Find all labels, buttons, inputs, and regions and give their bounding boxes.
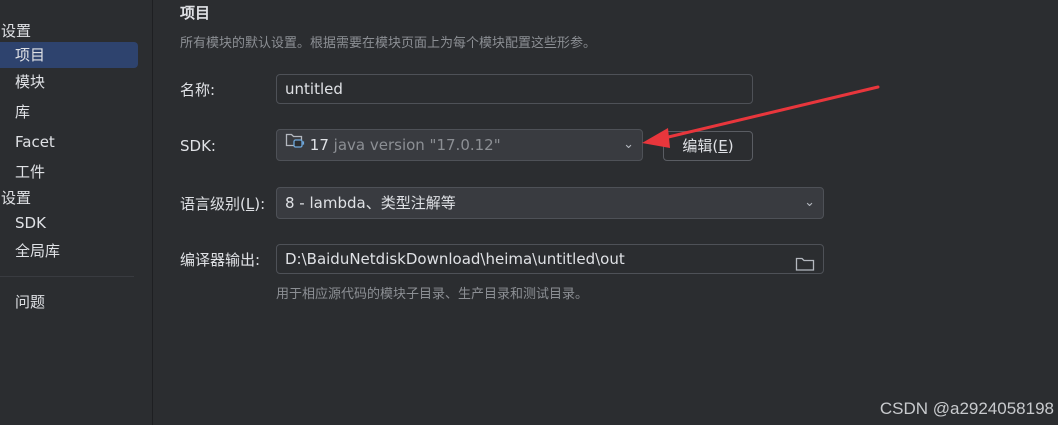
annotation-arrow-icon xyxy=(642,85,880,148)
watermark: CSDN @a2924058198 xyxy=(879,399,1054,418)
